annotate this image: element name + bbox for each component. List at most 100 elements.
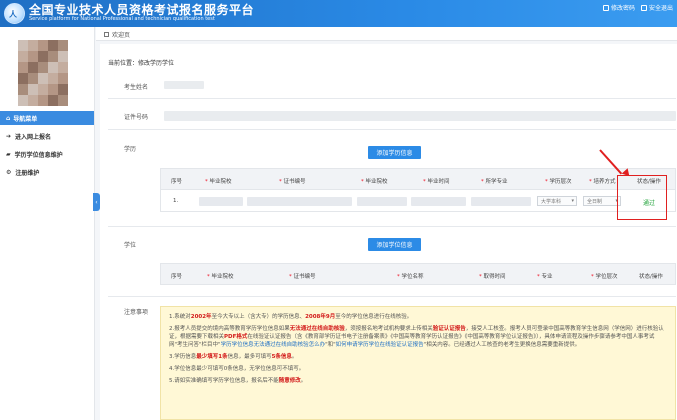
add-degree-button[interactable]: 添加学位信息: [368, 238, 421, 251]
avatar-pixel: [38, 73, 48, 84]
sidebar-item-registration-maintenance[interactable]: ⚙ 注册维护: [0, 165, 94, 179]
page-subtitle: Service platform for National Profession…: [29, 16, 215, 22]
sidebar-item-online-registration[interactable]: ➔ 进入网上报名: [0, 129, 94, 143]
nav-menu-header[interactable]: ⌂ 导航菜单: [0, 111, 94, 125]
avatar-pixel: [28, 40, 38, 51]
notice-item: 4.学位信息最少可填写0条信息，无学位信息可不填写。: [169, 366, 305, 372]
chevron-left-icon: ‹: [95, 198, 98, 206]
breadcrumb: 当前位置：修改学历学位: [108, 60, 175, 67]
header-links: 修改密码 安全退出: [602, 3, 673, 12]
column-header: * 毕业时间: [423, 179, 450, 185]
avatar-pixel: [48, 84, 58, 95]
tab-welcome[interactable]: 欢迎页: [104, 30, 130, 39]
nav-menu-label: 导航菜单: [13, 115, 38, 123]
avatar-pixel: [58, 73, 68, 84]
avatar-pixel: [48, 40, 58, 51]
column-header: * 毕业院校: [207, 274, 234, 280]
degree-table-header: 序号 * 毕业院校 * 证书编号 * 学位名称 * 取得时间 * 专业 * 学位层次 状态/操…: [160, 263, 676, 285]
column-header: 序号: [171, 179, 183, 185]
avatar-pixel: [48, 95, 58, 106]
avatar-pixel: [38, 95, 48, 106]
row-index: 1.: [173, 198, 179, 204]
logout-link[interactable]: 安全退出: [640, 3, 673, 12]
column-header: * 学历层次: [545, 179, 572, 185]
avatar-pixel: [38, 62, 48, 73]
avatar-pixel: [48, 62, 58, 73]
avatar-pixel: [38, 51, 48, 62]
sidebar-item-education-info[interactable]: ▰ 学历学位信息维护: [0, 147, 94, 161]
avatar-pixel: [18, 51, 28, 62]
avatar-pixel: [48, 73, 58, 84]
education-table-header: 序号 * 毕业院校 * 证书编号 * 毕业院校 * 毕业时间 * 所学专业 * 学历层次 * …: [160, 168, 676, 190]
table-row: 1. 大学本科 全日制 通过: [160, 190, 676, 212]
name-label: 考生姓名: [124, 84, 149, 91]
column-header: * 学位名称: [397, 274, 424, 280]
avatar-pixel: [28, 84, 38, 95]
status-column-highlight: [617, 175, 667, 220]
degree-table: 序号 * 毕业院校 * 证书编号 * 学位名称 * 取得时间 * 专业 * 学位层次 状态/操…: [160, 263, 676, 285]
avatar-pixel: [58, 95, 68, 106]
divider: [108, 129, 676, 130]
column-header: * 证书编号: [289, 274, 316, 280]
gear-icon: ⚙: [6, 168, 12, 176]
tab-bar: 欢迎页: [96, 27, 677, 41]
power-icon: [640, 4, 647, 11]
notice-item: 5.请如实准确填写学历学位信息，报名后不能随意修改。: [169, 378, 307, 384]
notice-label: 注意事项: [124, 309, 149, 316]
avatar-pixel: [28, 51, 38, 62]
avatar-pixel: [28, 95, 38, 106]
add-education-button[interactable]: 添加学历信息: [368, 146, 421, 159]
faq-link[interactable]: 学历学位信息无法通过在线自助核验怎么办: [221, 342, 326, 348]
notice-item: 3.学历信息最少填写1条信息，最多可填写5条信息。: [169, 354, 298, 360]
divider: [108, 296, 676, 297]
avatar: [18, 40, 68, 106]
education-level-select[interactable]: 大学本科: [537, 196, 577, 206]
graduation-school-value: [357, 197, 407, 206]
avatar-pixel: [18, 62, 28, 73]
major-value: [471, 197, 531, 206]
login-arrow-icon: ➔: [6, 132, 12, 140]
column-header: 序号: [171, 274, 183, 280]
column-header: * 学位层次: [591, 274, 618, 280]
change-password-link[interactable]: 修改密码: [602, 3, 635, 12]
column-header: * 培养方式: [589, 179, 616, 185]
avatar-pixel: [18, 73, 28, 84]
notice-box: 1.系统对2002年至今大专以上（含大专）的学历信息、2008年9月至今的学位信…: [160, 306, 676, 420]
notice-item: 2.报考人员提交的境内高等教育学历学位信息如果无法通过在线自助核验，须按报名地考…: [169, 326, 664, 348]
column-header: * 毕业院校: [361, 179, 388, 185]
avatar-pixel: [58, 62, 68, 73]
sidebar: ⌂ 导航菜单 ➔ 进入网上报名 ▰ 学历学位信息维护 ⚙ 注册维护 ‹: [0, 27, 100, 420]
avatar-pixel: [48, 51, 58, 62]
column-header: 状态/操作: [639, 274, 663, 280]
avatar-pixel: [38, 84, 48, 95]
avatar-pixel: [58, 40, 68, 51]
notice-item: 1.系统对2002年至今大专以上（含大专）的学历信息、2008年9月至今的学位信…: [169, 314, 413, 320]
id-label: 证件号码: [124, 114, 149, 121]
home-icon: ⌂: [6, 114, 11, 122]
education-label: 学历: [124, 146, 137, 153]
avatar-pixel: [28, 62, 38, 73]
faq-link[interactable]: 如何申请学历学位在线验证认证报告: [336, 342, 424, 348]
avatar-pixel: [38, 40, 48, 51]
column-header: * 所学专业: [481, 179, 508, 185]
graduation-time-value: [411, 197, 466, 206]
divider: [108, 226, 676, 227]
column-header: * 专业: [537, 274, 553, 280]
divider: [108, 98, 676, 99]
sidebar-collapse-button[interactable]: ‹: [93, 193, 100, 211]
column-header: * 证书编号: [279, 179, 306, 185]
degree-label: 学位: [124, 242, 137, 249]
certificate-number-value: [247, 197, 352, 206]
top-header: 人 全国专业技术人员资格考试报名服务平台 Service platform fo…: [0, 0, 677, 27]
main-content: 当前位置：修改学历学位 考生姓名 证件号码 学历 添加学历信息 序号 * 毕业院校…: [100, 44, 677, 420]
home-icon: [104, 32, 109, 37]
column-header: * 取得时间: [479, 274, 506, 280]
graduation-cap-icon: ▰: [6, 150, 11, 158]
avatar-pixel: [28, 73, 38, 84]
education-table: 序号 * 毕业院校 * 证书编号 * 毕业院校 * 毕业时间 * 所学专业 * 学历层次 * …: [160, 168, 676, 213]
edit-icon: [602, 4, 609, 11]
avatar-pixel: [58, 51, 68, 62]
id-value: [164, 111, 676, 121]
school-value: [199, 197, 243, 206]
study-mode-select[interactable]: 全日制: [583, 196, 621, 206]
